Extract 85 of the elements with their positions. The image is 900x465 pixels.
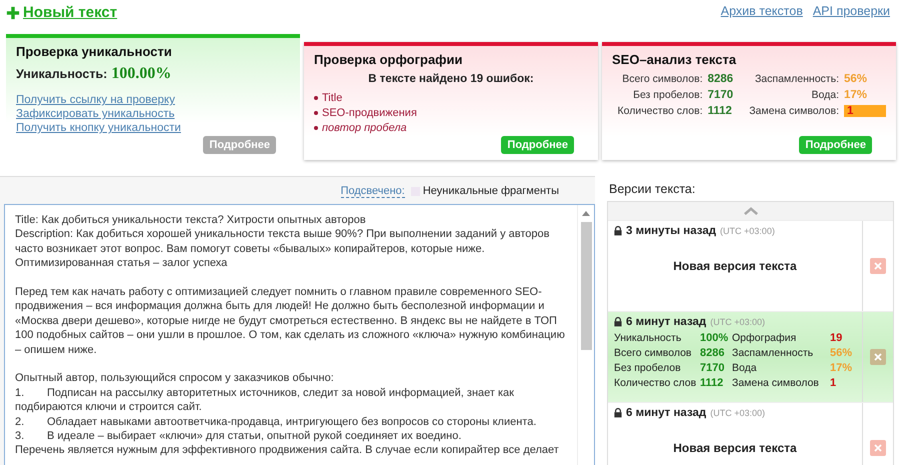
stat-value: 1112 <box>700 377 724 389</box>
stat-label: Количество слов <box>614 377 698 389</box>
stat-label: Заспамленность: <box>754 73 839 85</box>
stat-value: 17% <box>830 362 854 374</box>
new-text-link[interactable]: Новый текст <box>6 4 118 21</box>
version-item[interactable]: 6 минут назад (UTC +03:00) Новая версия текста <box>608 402 893 465</box>
text-editor[interactable] <box>4 204 595 465</box>
bullet-icon <box>314 126 318 130</box>
details-button[interactable]: Подробнее <box>799 136 872 154</box>
score-value: 100.00% <box>111 65 172 83</box>
chevron-up-icon <box>744 207 758 215</box>
header-link[interactable]: API проверки <box>812 4 890 18</box>
stat-label: Вода <box>732 362 758 374</box>
text-paragraph: Опытный автор, пользующийся спросом у заказчиков обычно: <box>15 371 335 386</box>
text-paragraph: Перед тем как начать работу с оптимизацией следует помнить о главном правиле современного SEO-продвижения – вся информация должна быть для людей! Не должно быть бесполезной информации и «Москва двери дешево», которые нигде не будут смотреться естественно. В яндекс вы не найдете в ТОП 100 подобных сайтов – они ушли в прошлое. О том, как сделать из сложного «ключа» нужную комбинацию – опишем ниже. <box>15 285 566 358</box>
version-timezone: (UTC +03:00) <box>710 317 766 327</box>
score-label: Уникальность: <box>16 67 108 81</box>
stat-label: Количество слов: <box>616 105 703 117</box>
bullet-icon <box>314 96 318 100</box>
card-title: SEO–анализ текста <box>612 52 738 67</box>
stat-value: 56% <box>830 347 854 359</box>
card-link[interactable]: Получить кнопку уникальности <box>16 121 290 135</box>
card-title: Проверка орфографии <box>314 52 464 67</box>
error-item[interactable]: SEO-продвижения <box>322 106 417 119</box>
card-link[interactable]: Получить ссылку на проверку <box>16 93 290 107</box>
error-item[interactable]: Title <box>322 92 342 104</box>
text-paragraph: 1. Подписан на рассылку авторитетных источников, следит за новой информацией, знает как подбираются ключи и строится сайт. <box>15 386 515 415</box>
stat-label: Без пробелов: <box>632 89 703 101</box>
card-title: Проверка уникальности <box>16 44 173 59</box>
stat-label: Без пробелов <box>614 362 682 374</box>
scroll-up-bar[interactable] <box>608 202 893 220</box>
delete-button[interactable] <box>870 349 886 365</box>
stat-value: 56% <box>844 73 868 85</box>
error-summary: В тексте найдено 19 ошибок: <box>367 73 535 85</box>
lock-icon <box>614 408 622 418</box>
version-time: 6 минут назад <box>626 407 706 419</box>
delete-button[interactable] <box>870 258 886 274</box>
version-time: 3 минуты назад <box>626 225 716 237</box>
stat-value: 8286 <box>708 73 734 85</box>
version-label: Новая версия текста <box>672 441 798 455</box>
bullet-icon <box>314 110 318 115</box>
version-timezone: (UTC +03:00) <box>710 408 766 418</box>
plus-icon <box>6 6 20 20</box>
stat-value: 100% <box>700 332 730 344</box>
versions-title: Версии текста: <box>609 182 696 196</box>
stat-value: 7170 <box>708 89 734 101</box>
stat-label: Вода: <box>810 89 839 101</box>
stat-value: 1 <box>847 105 854 117</box>
close-icon <box>874 262 882 270</box>
stat-label: Всего символов: <box>621 73 703 85</box>
lock-icon <box>614 317 622 327</box>
text-paragraph: 2. Обладает навыками автоответчика-продавца, интригующего без вопросов со стороны клиента. <box>15 414 538 430</box>
text-paragraph: Перечень является нужным для эффективного продвижения сайта. В случае если копирайтер все делает <box>15 443 560 458</box>
stat-value: 19 <box>830 332 844 344</box>
close-icon <box>874 444 882 452</box>
stat-value: 1112 <box>708 105 732 117</box>
stat-value: 7170 <box>700 362 726 374</box>
scroll-up-icon[interactable] <box>582 211 590 216</box>
lock-icon <box>614 226 622 236</box>
delete-button[interactable] <box>870 440 886 456</box>
header-link[interactable]: Архив текстов <box>720 4 803 18</box>
card-link[interactable]: Зафиксировать уникальность <box>16 107 290 121</box>
stat-value: 1 <box>830 377 838 389</box>
version-label: Новая версия текста <box>672 259 798 273</box>
text-paragraph: Оптимизированная статья – залог успеха <box>15 256 228 271</box>
version-timezone: (UTC +03:00) <box>720 226 775 236</box>
stat-label: Уникальность <box>614 332 682 344</box>
stat-label: Орфография <box>732 332 798 344</box>
stat-value: 17% <box>844 89 868 101</box>
stat-label: Замена символов <box>732 377 820 389</box>
stat-value: 8286 <box>700 347 726 359</box>
details-button[interactable]: Подробнее <box>501 136 574 154</box>
text-paragraph: Description: Как добиться хорошей уникальности текста выше 90%? При выполнении заданий у авторов часто возникает этот вопрос. Вам помогут советы «бывалых» копирайтеров, которые ниже. <box>15 227 550 256</box>
text-paragraph: Title: Как добиться уникальности текста? Хитрости опытных авторов <box>15 213 367 228</box>
scrollbar[interactable] <box>577 205 594 465</box>
legend-label[interactable]: Подсвечено: <box>340 184 405 198</box>
stat-label: Заспамленность <box>732 347 814 359</box>
error-item[interactable]: повтор пробела <box>322 122 407 134</box>
version-time: 6 минут назад <box>626 316 706 328</box>
stat-label: Всего символов <box>614 347 693 359</box>
close-icon <box>874 353 882 361</box>
version-item[interactable]: 6 минут назад (UTC +03:00) Уникальность 100% Орфография 19 Всего символов 8286 Заспамленность 56% Без пробелов 7170 Вода 17% Количество слов 1112 Замена символов 1 <box>608 311 893 402</box>
stat-label: Замена символов: <box>748 105 839 117</box>
text-paragraph: 3. В идеале – выбирает «ключи» для статьи, опытной рукой соединяет их воедино. <box>15 429 462 444</box>
legend-text: Неуникальные фрагменты <box>422 185 559 197</box>
